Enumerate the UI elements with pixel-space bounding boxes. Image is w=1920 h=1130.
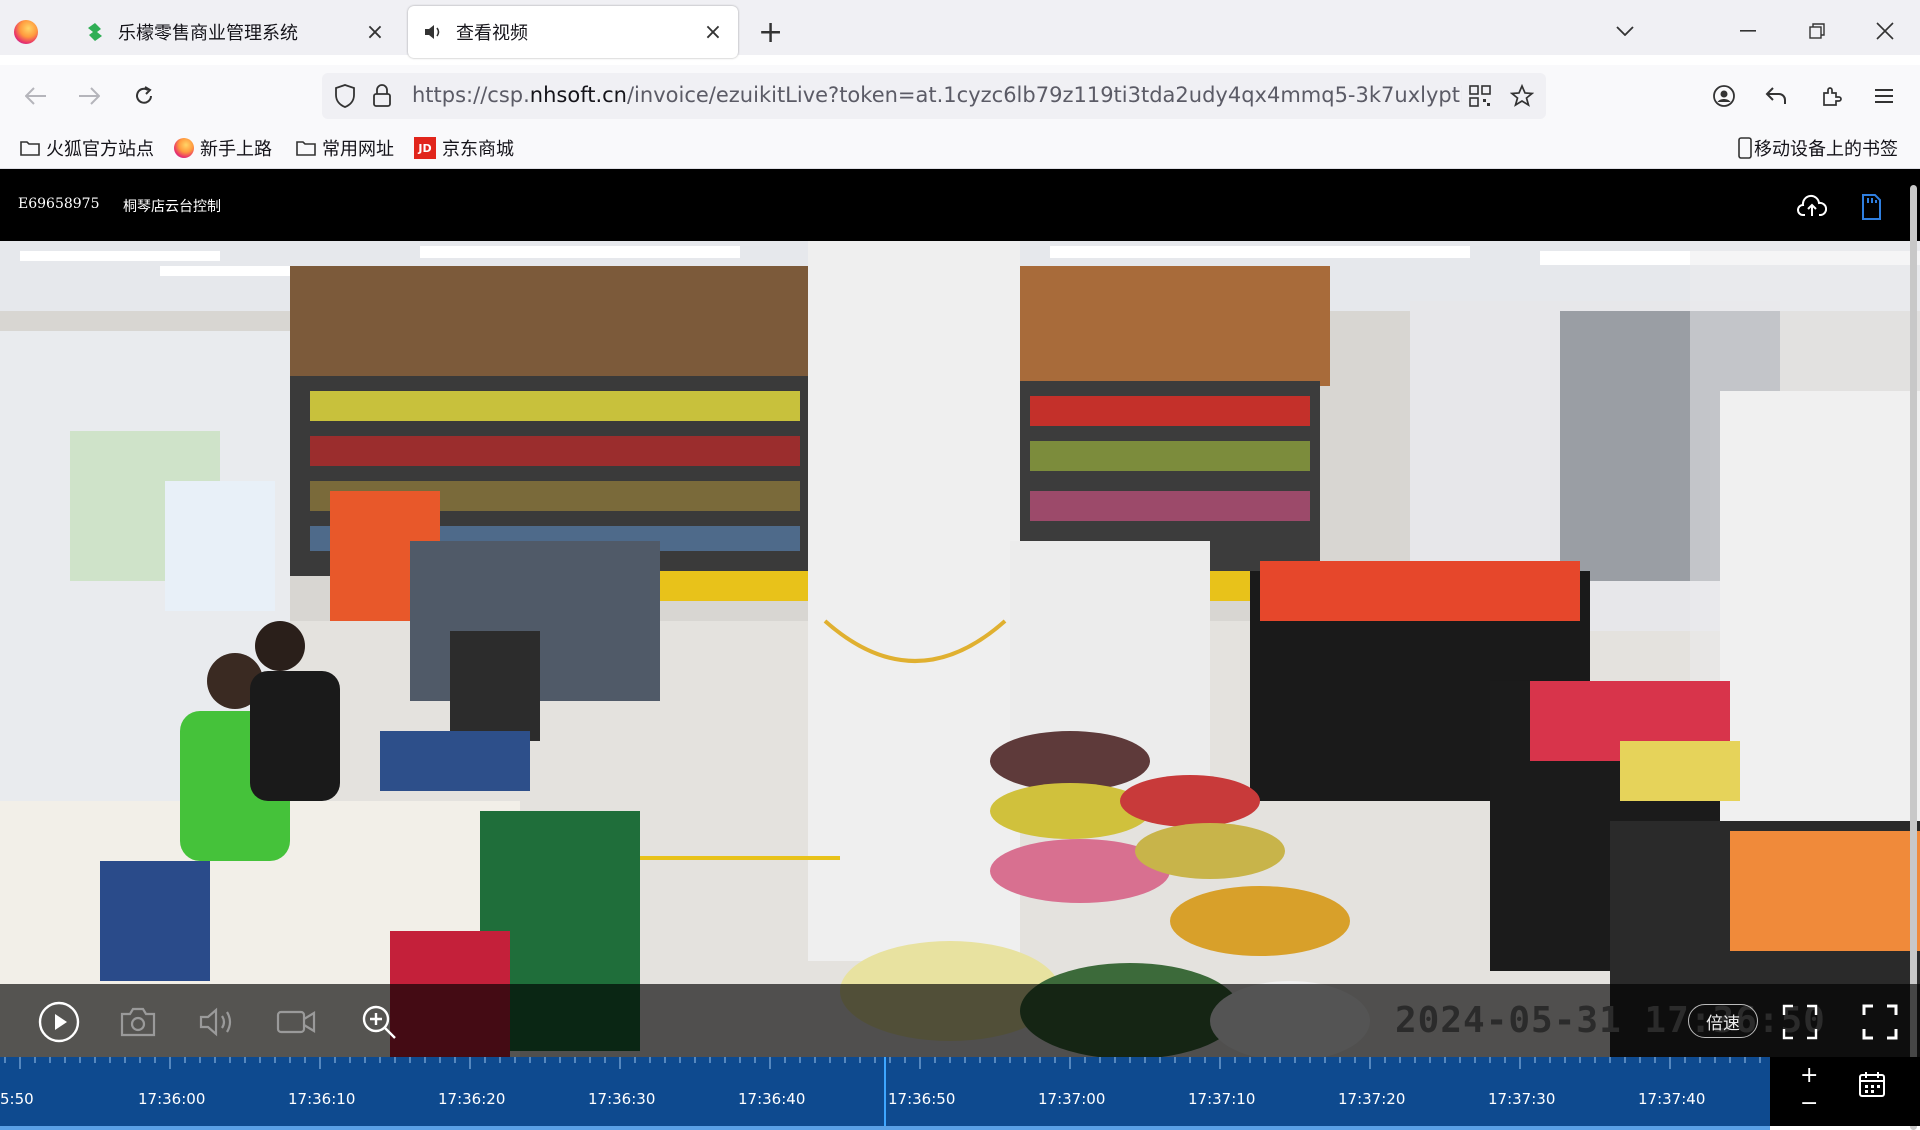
timeline-tick-label: 17:36:20 [438,1090,506,1108]
minimize-icon[interactable] [1733,16,1763,46]
timeline-tick-label: 17:36:10 [288,1090,356,1108]
app-menu-icon[interactable] [1868,80,1900,112]
timeline-progress [0,1126,1770,1130]
camera-name: 桐琴店云台控制 [123,199,221,215]
calendar-icon[interactable] [1858,1070,1886,1102]
tab-title: 乐檬零售商业管理系统 [118,23,298,44]
bookmark-label: 移动设备上的书签 [1754,139,1898,160]
extensions-icon[interactable] [1815,80,1847,112]
timeline-tick-label: 17:36:40 [738,1090,806,1108]
timeline-zoom-in-button[interactable]: + [1800,1065,1818,1087]
tracking-protection-icon[interactable] [334,84,356,112]
video-timestamp-overlay: 2024-05-31 17:36:50 [1395,1000,1826,1041]
new-tab-button[interactable]: + [758,18,783,48]
folder-icon [296,140,316,156]
leaf-icon [84,21,106,43]
timeline-tick-label: 17:36:50 [888,1090,956,1108]
close-tab-icon[interactable]: × [702,20,724,45]
bookmark-jd[interactable]: JD 京东商城 [414,136,514,160]
camera-snapshot-icon[interactable] [116,1000,160,1044]
folder-icon [20,140,40,156]
timeline-tick-label: 17:37:00 [1038,1090,1106,1108]
url-bar[interactable]: https://csp.nhsoft.cn/invoice/ezuikitLiv… [322,73,1546,119]
timeline-tick-label: 17:37:20 [1338,1090,1406,1108]
jd-icon: JD [414,137,436,159]
timeline-cursor[interactable] [884,1057,886,1126]
bookmark-label: 火狐官方站点 [46,139,154,160]
close-tab-icon[interactable]: × [364,20,386,45]
mobile-icon [1738,137,1752,159]
url-prefix: https://csp. [412,83,530,107]
zoom-in-icon[interactable] [357,1000,401,1044]
tab-title: 查看视频 [456,23,528,44]
sd-card-icon[interactable] [1860,194,1882,224]
volume-icon[interactable] [195,1000,239,1044]
player-header [0,169,1920,241]
undo-icon[interactable] [1760,80,1792,112]
qr-code-icon[interactable] [1469,85,1491,111]
camera-id: E69658975 [18,196,100,212]
timeline-tick-label: 17:36:30 [588,1090,656,1108]
back-icon[interactable] [20,80,52,112]
timeline-zoom-out-button[interactable]: − [1800,1093,1818,1115]
bookmark-label: 常用网址 [322,139,394,160]
timeline-side-panel [1770,1057,1920,1126]
timeline-tick-label: 5:50 [0,1090,34,1108]
timeline-tick-label: 17:37:40 [1638,1090,1706,1108]
restore-icon[interactable] [1802,16,1832,46]
fullscreen-icon[interactable] [1858,1000,1902,1044]
tab-retail-system[interactable]: 乐檬零售商业管理系统 × [70,6,400,58]
bookmark-label: 新手上路 [200,139,272,160]
play-icon[interactable] [37,1000,81,1044]
bookmark-common-sites[interactable]: 常用网址 [296,136,394,160]
close-window-icon[interactable] [1870,16,1900,46]
reload-icon[interactable] [128,80,160,112]
lock-icon[interactable] [372,84,392,112]
camera-video-feed[interactable] [0,241,1920,1057]
mobile-bookmarks[interactable]: 移动设备上的书签 [1738,136,1898,160]
timeline-tick-label: 17:36:00 [138,1090,206,1108]
bookmark-star-icon[interactable] [1509,83,1535,112]
timeline-tick-label: 17:37:10 [1188,1090,1256,1108]
record-video-icon[interactable] [274,1000,318,1044]
bookmark-getting-started[interactable]: 新手上路 [174,136,272,160]
web-fullscreen-icon[interactable] [1778,1000,1822,1044]
timeline-tick-label: 17:37:30 [1488,1090,1556,1108]
bookmark-firefox-site[interactable]: 火狐官方站点 [20,136,154,160]
cloud-upload-icon[interactable] [1797,194,1828,222]
bookmark-label: 京东商城 [442,139,514,160]
bookmarks-toolbar [0,127,1920,169]
account-icon[interactable] [1708,80,1740,112]
playback-speed-button[interactable]: 倍速 [1688,1004,1758,1038]
forward-icon[interactable] [73,80,105,112]
firefox-menu-icon[interactable] [14,20,38,44]
list-all-tabs-icon[interactable] [1610,16,1640,46]
url-path: /invoice/ezuikitLive?token=at.1cyzc6lb79… [626,83,1462,107]
speaker-icon[interactable] [422,21,444,43]
url-text[interactable]: https://csp.nhsoft.cn/invoice/ezuikitLiv… [412,83,1462,107]
url-domain: nhsoft.cn [529,83,627,107]
tab-view-video[interactable]: 查看视频 × [408,6,738,58]
firefox-icon [174,138,194,158]
